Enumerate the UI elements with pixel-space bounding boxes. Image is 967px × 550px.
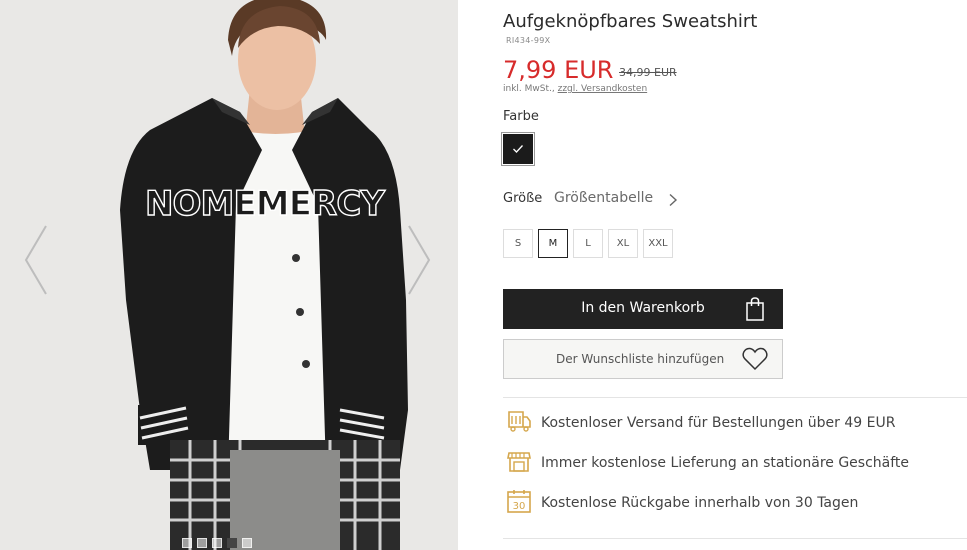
- product-sku: RI434-99X: [506, 36, 551, 45]
- product-gallery: NOMEMERCY: [0, 0, 458, 550]
- jacket-print: NOMEMERCY: [145, 184, 385, 224]
- add-to-cart-button[interactable]: In den Warenkorb: [503, 289, 783, 329]
- store-icon: [507, 452, 531, 472]
- gallery-next-button[interactable]: [405, 222, 433, 298]
- add-to-wishlist-label: Der Wunschliste hinzufügen: [556, 352, 725, 366]
- truck-icon: [508, 411, 531, 432]
- calendar-badge: 30: [513, 501, 526, 512]
- feature-text: Kostenlose Rückgabe innerhalb von 30 Tag…: [541, 495, 859, 511]
- chevron-left-icon: [24, 225, 47, 295]
- chevron-right-icon: [408, 225, 431, 295]
- size-chart-link[interactable]: Größentabelle: [554, 190, 653, 206]
- divider: [503, 397, 967, 398]
- tax-prefix: inkl. MwSt.,: [503, 84, 558, 94]
- size-option-xxl[interactable]: XXL: [643, 229, 673, 258]
- gallery-dot[interactable]: [197, 538, 207, 548]
- add-to-cart-label: In den Warenkorb: [581, 300, 705, 316]
- feature-text: Immer kostenlose Lieferung an stationäre…: [541, 455, 910, 471]
- divider: [503, 538, 967, 539]
- size-option-xl[interactable]: XL: [608, 229, 638, 258]
- old-price: 34,99 EUR: [619, 66, 677, 79]
- product-photo: NOMEMERCY: [0, 0, 458, 550]
- current-price: 7,99 EUR: [503, 56, 614, 84]
- shipping-costs-link[interactable]: zzgl. Versandkosten: [558, 84, 648, 94]
- calendar-30-icon: 30: [507, 490, 531, 513]
- product-details: Aufgeknöpfbares Sweatshirt RI434-99X 7,9…: [501, 0, 967, 550]
- size-options: S M L XL XXL: [503, 229, 673, 258]
- gallery-dot[interactable]: [182, 538, 192, 548]
- gallery-dot[interactable]: [212, 538, 222, 548]
- size-option-m[interactable]: M: [538, 229, 568, 258]
- gallery-dot-active[interactable]: [227, 538, 237, 548]
- chevron-right-icon[interactable]: [668, 193, 678, 207]
- add-to-wishlist-button[interactable]: Der Wunschliste hinzufügen: [503, 339, 783, 379]
- color-label: Farbe: [503, 109, 539, 124]
- size-label: Größe: [503, 191, 543, 206]
- shopping-bag-icon: [746, 297, 764, 321]
- gallery-dot[interactable]: [242, 538, 252, 548]
- product-title: Aufgeknöpfbares Sweatshirt: [503, 11, 758, 32]
- size-option-l[interactable]: L: [573, 229, 603, 258]
- heart-icon: [742, 347, 768, 371]
- color-swatch-black[interactable]: [501, 132, 535, 166]
- gallery-dots: [182, 538, 252, 548]
- size-option-s[interactable]: S: [503, 229, 533, 258]
- feature-text: Kostenloser Versand für Bestellungen übe…: [541, 415, 896, 431]
- checkmark-icon: [513, 145, 523, 153]
- gallery-prev-button[interactable]: [22, 222, 50, 298]
- tax-note: inkl. MwSt., zzgl. Versandkosten: [503, 84, 647, 94]
